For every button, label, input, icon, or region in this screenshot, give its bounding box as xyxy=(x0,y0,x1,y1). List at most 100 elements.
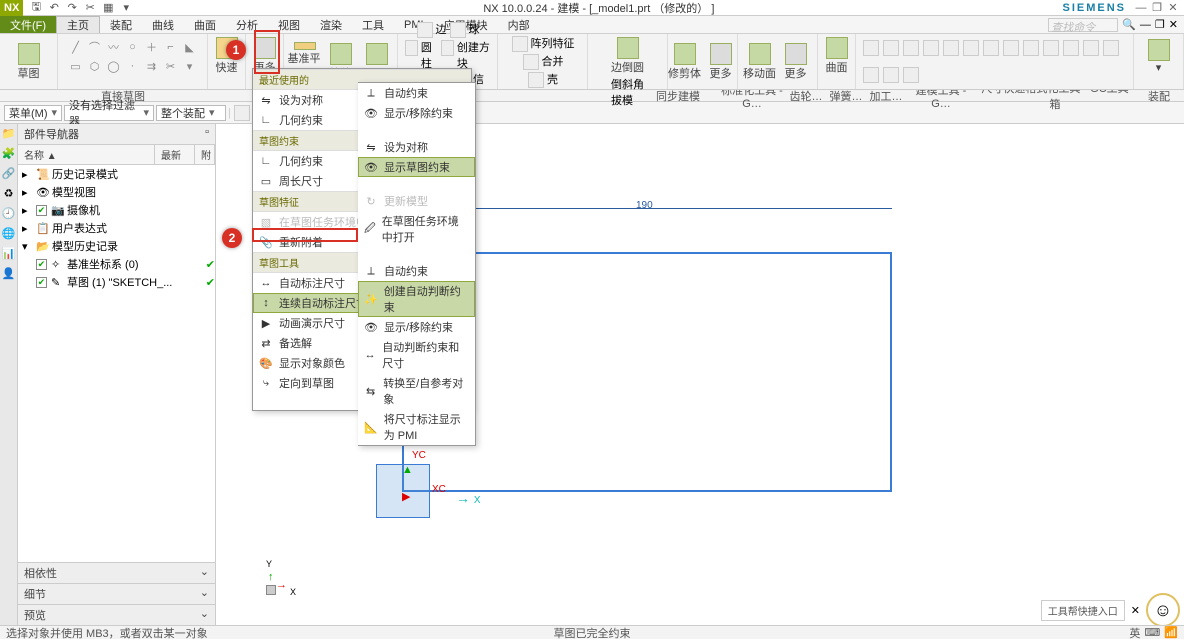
more-curve-icon[interactable]: ▾ xyxy=(181,57,199,75)
vt-hist-icon[interactable]: 🕘 xyxy=(2,206,16,220)
sketch-button[interactable]: 草图 xyxy=(12,42,46,82)
menu-analyze[interactable]: 分析 xyxy=(226,16,268,33)
vt-asm-icon[interactable]: 🧩 xyxy=(2,146,16,160)
tree[interactable]: ▸📜历史记录模式 ▸👁模型视图 ▸✔📷摄像机 ▸📋用户表达式 ▾📂模型历史记录 … xyxy=(18,165,215,562)
dd-r-autodim[interactable]: ↔自动判断约束和尺寸 xyxy=(358,337,475,373)
undo-icon[interactable]: ↶ xyxy=(47,1,61,15)
gc13-icon[interactable] xyxy=(1103,40,1119,56)
pin-icon[interactable]: ▫ xyxy=(205,126,209,142)
gc16-icon[interactable] xyxy=(903,67,919,83)
trimbody-button[interactable]: 修剪体 xyxy=(668,42,702,82)
point-icon[interactable]: · xyxy=(124,57,142,75)
more-feat-button[interactable]: 更多 xyxy=(704,42,738,82)
offset-icon[interactable]: ⇉ xyxy=(143,57,161,75)
gc5-icon[interactable] xyxy=(943,40,959,56)
dd-r-show[interactable]: 👁显示/移除约束 xyxy=(358,103,475,123)
gc8-icon[interactable] xyxy=(1003,40,1019,56)
menu-file[interactable]: 文件(F) xyxy=(0,16,56,33)
menu-view[interactable]: 视图 xyxy=(268,16,310,33)
menu-internal[interactable]: 内部 xyxy=(498,16,540,33)
restore-icon[interactable]: ❐ xyxy=(1150,1,1164,15)
chamfer-icon[interactable]: ◣ xyxy=(181,38,199,56)
menu-curve[interactable]: 曲线 xyxy=(142,16,184,33)
box-icon[interactable] xyxy=(417,22,433,38)
vt-nav-icon[interactable]: 📁 xyxy=(2,126,16,140)
gc6-icon[interactable] xyxy=(963,40,979,56)
shell-icon[interactable] xyxy=(528,72,544,88)
gc12-icon[interactable] xyxy=(1083,40,1099,56)
kbd-icon[interactable]: ⌨ xyxy=(1144,626,1160,639)
dd-r-infer[interactable]: ✨创建自动判断约束 xyxy=(358,281,475,317)
gc3-icon[interactable] xyxy=(903,40,919,56)
moveface-button[interactable]: 移动面 xyxy=(743,42,777,82)
gc14-icon[interactable] xyxy=(863,67,879,83)
vt-reuse-icon[interactable]: ♻ xyxy=(2,186,16,200)
gc10-icon[interactable] xyxy=(1043,40,1059,56)
vt-layer-icon[interactable]: 📊 xyxy=(2,246,16,260)
gc1-icon[interactable] xyxy=(863,40,879,56)
blend-button[interactable]: 边倒圆 xyxy=(611,36,645,76)
dd-r-sym[interactable]: ⇋设为对称 xyxy=(358,137,475,157)
helper-bubble[interactable]: 工具帮快捷入口 ✕ ☺ xyxy=(1041,593,1180,627)
close-icon[interactable]: ✕ xyxy=(1166,1,1180,15)
tree-header[interactable]: 名称 ▲ 最新 附 xyxy=(18,145,215,165)
dd-r-showsk[interactable]: 👁显示草图约束 xyxy=(358,157,475,177)
curve-palette[interactable]: ╱⌒〰○＋⌐◣ ▭⬡◯·⇉✂▾ xyxy=(65,36,201,77)
save-icon[interactable]: 🖫 xyxy=(29,1,43,15)
vt-cons-icon[interactable]: 🔗 xyxy=(2,166,16,180)
spline-icon[interactable]: 〰 xyxy=(105,38,123,56)
ime-icon[interactable]: 英 xyxy=(1129,625,1140,641)
gc7-icon[interactable] xyxy=(983,40,999,56)
assembly-button[interactable]: ▾ xyxy=(1142,36,1176,76)
menu-surface[interactable]: 曲面 xyxy=(184,16,226,33)
sphere-icon[interactable] xyxy=(450,22,466,38)
redo-icon[interactable]: ↷ xyxy=(65,1,79,15)
copy-icon[interactable]: ✂ xyxy=(83,1,97,15)
child-close-icon[interactable]: ✕ xyxy=(1169,18,1178,31)
scope-combo[interactable]: 整个装配 xyxy=(156,105,226,121)
gc11-icon[interactable] xyxy=(1063,40,1079,56)
plus-icon[interactable]: ＋ xyxy=(143,38,161,56)
menu-combo[interactable]: 菜单(M) xyxy=(4,105,62,121)
acc-detail[interactable]: 细节⌄ xyxy=(18,583,215,604)
command-search[interactable]: 查找命令 xyxy=(1048,18,1118,32)
menu-assembly[interactable]: 装配 xyxy=(100,16,142,33)
circle-icon[interactable]: ○ xyxy=(124,38,142,56)
menu-render[interactable]: 渲染 xyxy=(310,16,352,33)
gc4-icon[interactable] xyxy=(923,40,939,56)
ellipse-icon[interactable]: ◯ xyxy=(105,57,123,75)
dd-r-autocon[interactable]: ⟂自动约束 xyxy=(358,83,475,103)
dd-r-convert[interactable]: ⇆转换至/自参考对象 xyxy=(358,373,475,409)
menu-home[interactable]: 主页 xyxy=(56,16,100,33)
pattern-icon[interactable] xyxy=(512,36,528,52)
dd-r-show2[interactable]: 👁显示/移除约束 xyxy=(358,317,475,337)
unite-icon[interactable] xyxy=(523,54,539,70)
menu-tool[interactable]: 工具 xyxy=(352,16,394,33)
child-max-icon[interactable]: ❐ xyxy=(1155,18,1165,31)
vt-role-icon[interactable]: 👤 xyxy=(2,266,16,280)
line-icon[interactable]: ╱ xyxy=(67,38,85,56)
block-icon[interactable] xyxy=(441,40,454,56)
helper-face-icon[interactable]: ☺ xyxy=(1146,593,1180,627)
dd-r-open[interactable]: 🖉在草图任务环境中打开 xyxy=(358,211,475,247)
surface-button[interactable]: 曲面 xyxy=(820,36,854,76)
minimize-icon[interactable]: — xyxy=(1134,1,1148,15)
child-min-icon[interactable]: — xyxy=(1140,19,1151,31)
fillet-icon[interactable]: ⌐ xyxy=(162,38,180,56)
cyl-icon[interactable] xyxy=(405,40,418,56)
gc2-icon[interactable] xyxy=(883,40,899,56)
dim-h[interactable]: 190 xyxy=(636,200,653,211)
gc9-icon[interactable] xyxy=(1023,40,1039,56)
acc-preview[interactable]: 预览⌄ xyxy=(18,604,215,625)
quick-access[interactable]: 🖫 ↶ ↷ ✂ ▦ ▾ xyxy=(23,1,139,15)
filter-combo[interactable]: 没有选择过滤器 xyxy=(64,105,154,121)
poly-icon[interactable]: ⬡ xyxy=(86,57,104,75)
gc15-icon[interactable] xyxy=(883,67,899,83)
rect-icon[interactable]: ▭ xyxy=(67,57,85,75)
dd-r-pmi[interactable]: 📐将尺寸标注显示为 PMI xyxy=(358,409,475,445)
search-icon[interactable]: 🔍 xyxy=(1122,18,1136,31)
dropdown-icon[interactable]: ▾ xyxy=(119,1,133,15)
grid-icon[interactable]: ▦ xyxy=(101,1,115,15)
net-icon[interactable]: 📶 xyxy=(1164,626,1178,639)
acc-dep[interactable]: 相依性⌄ xyxy=(18,562,215,583)
